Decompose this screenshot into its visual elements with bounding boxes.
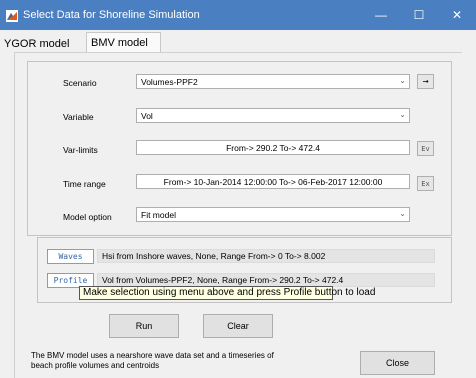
model-option-label: Model option bbox=[63, 212, 112, 222]
model-description: The BMV model uses a nearshore wave data… bbox=[31, 351, 274, 370]
waves-info: Hsi from Inshore waves, None, Range From… bbox=[97, 249, 435, 263]
dialog-window: Select Data for Shoreline Simulation — ☐… bbox=[0, 0, 476, 378]
time-range-field[interactable]: From-> 10-Jan-2014 12:00:00 To-> 06-Feb-… bbox=[136, 174, 410, 189]
profile-tooltip: Make selection using menu above and pres… bbox=[79, 286, 375, 300]
model-option-dropdown[interactable]: Fit model ⌄ bbox=[136, 207, 410, 222]
chevron-down-icon: ⌄ bbox=[399, 110, 406, 119]
minimize-button[interactable]: — bbox=[362, 0, 400, 30]
scenario-dropdown[interactable]: Volumes-PPF2 ⌄ bbox=[136, 74, 410, 89]
chevron-down-icon: ⌄ bbox=[399, 209, 406, 218]
variable-dropdown[interactable]: Vol ⌄ bbox=[136, 108, 410, 123]
variable-value: Vol bbox=[141, 111, 153, 121]
variable-label: Variable bbox=[63, 112, 94, 122]
scenario-label: Scenario bbox=[63, 78, 97, 88]
var-limits-label: Var-limits bbox=[63, 145, 98, 155]
tab-strip: YGOR model BMV model bbox=[0, 30, 476, 53]
tab-bmv-model[interactable]: BMV model bbox=[86, 32, 161, 53]
run-button[interactable]: Run bbox=[109, 314, 179, 338]
ev-button[interactable]: Ev bbox=[417, 141, 434, 156]
var-limits-field[interactable]: From-> 290.2 To-> 472.4 bbox=[136, 140, 410, 155]
clear-button[interactable]: Clear bbox=[203, 314, 273, 338]
close-window-button[interactable]: ✕ bbox=[438, 0, 476, 30]
close-button[interactable]: Close bbox=[360, 351, 435, 375]
profile-info: Vol from Volumes-PPF2, None, Range From-… bbox=[97, 273, 435, 287]
chevron-down-icon: ⌄ bbox=[399, 76, 406, 85]
title-bar[interactable]: Select Data for Shoreline Simulation — ☐… bbox=[0, 0, 476, 30]
maximize-button[interactable]: ☐ bbox=[400, 0, 438, 30]
time-range-label: Time range bbox=[63, 179, 106, 189]
ex-button[interactable]: Ex bbox=[417, 176, 434, 191]
tab-ygor-model[interactable]: YGOR model bbox=[0, 36, 86, 53]
waves-button[interactable]: Waves bbox=[47, 249, 94, 264]
window-title: Select Data for Shoreline Simulation bbox=[23, 9, 200, 21]
matlab-app-icon bbox=[6, 10, 18, 22]
model-option-value: Fit model bbox=[141, 210, 176, 220]
scenario-arrow-button[interactable]: → bbox=[417, 74, 434, 89]
scenario-value: Volumes-PPF2 bbox=[141, 77, 198, 87]
